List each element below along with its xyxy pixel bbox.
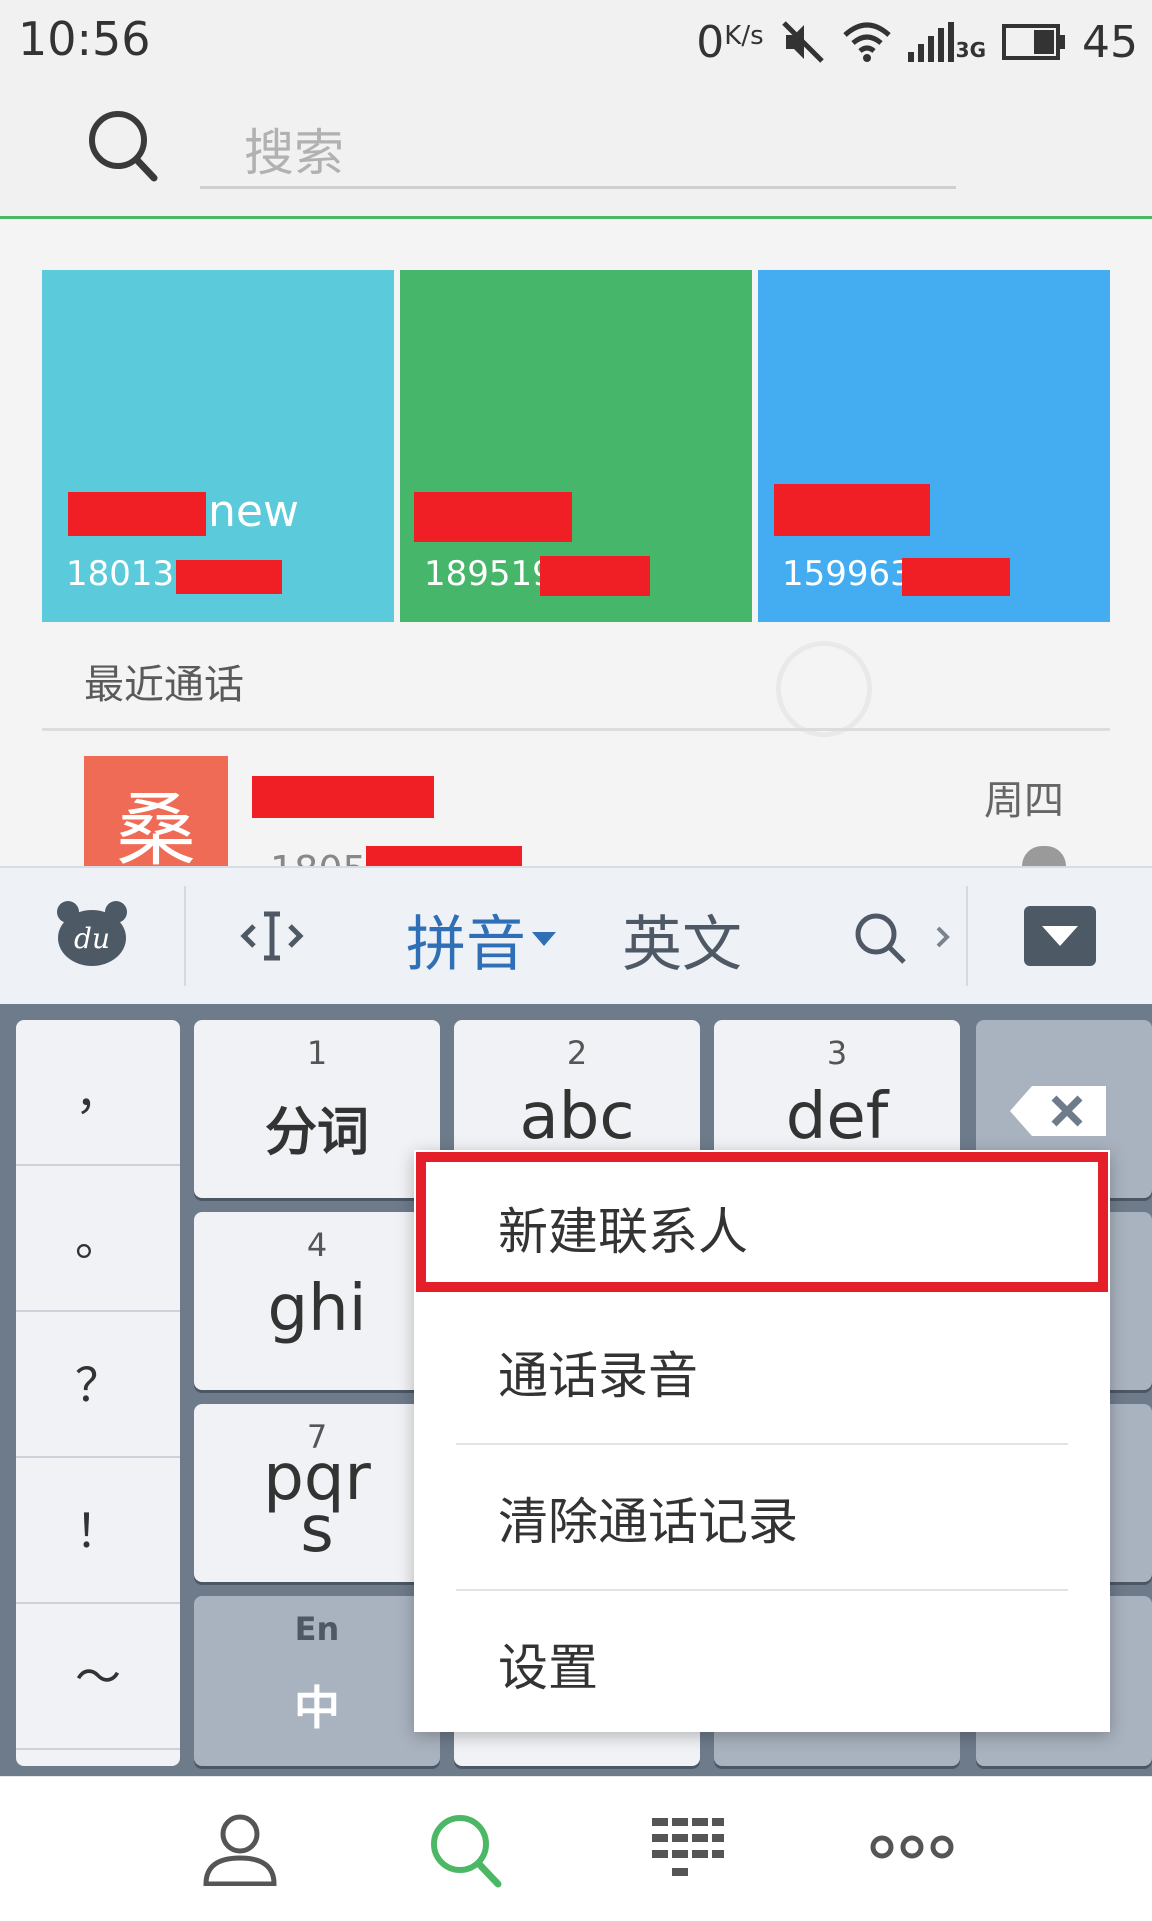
favorite-contact-tile[interactable]: 189519 — [400, 270, 752, 622]
du-keyboard-logo-icon[interactable]: du — [56, 898, 128, 968]
call-info-icon[interactable] — [1022, 846, 1066, 866]
search-header — [0, 84, 1152, 219]
battery-level: 45 — [1082, 16, 1138, 68]
wifi-icon — [842, 22, 891, 62]
menu-item-call-recording[interactable]: 通话录音 — [414, 1294, 1110, 1438]
battery-icon — [1002, 24, 1065, 60]
redaction-mark — [902, 558, 1010, 596]
status-time: 10:56 — [18, 12, 151, 66]
redaction-mark — [540, 556, 650, 596]
hide-keyboard-icon[interactable] — [1024, 906, 1096, 966]
contact-phone: 159963 — [782, 554, 912, 594]
search-tab-icon[interactable] — [428, 1812, 504, 1888]
punctuation-key[interactable]: ， — [16, 1020, 180, 1166]
menu-item-settings[interactable]: 设置 — [414, 1586, 1110, 1730]
punctuation-key[interactable]: 。 — [16, 1166, 180, 1312]
punctuation-column: ， 。 ？ ！ ～ — [16, 1020, 180, 1766]
keyboard-search-icon[interactable] — [852, 910, 908, 966]
punctuation-key[interactable]: ～ — [16, 1604, 180, 1750]
recent-call-day: 周四 — [984, 778, 1064, 824]
key-4[interactable]: 4 ghi — [194, 1212, 440, 1390]
key-1[interactable]: 1 分词 — [194, 1020, 440, 1198]
avatar[interactable]: 桑 — [84, 756, 228, 866]
dialpad-icon[interactable] — [652, 1818, 724, 1880]
cursor-move-icon[interactable] — [240, 908, 304, 964]
search-input[interactable]: 搜索 — [244, 113, 344, 185]
search-icon[interactable] — [86, 108, 160, 184]
redaction-mark — [774, 484, 930, 536]
key-7[interactable]: 7 pqrs — [194, 1404, 440, 1582]
punctuation-key[interactable]: ？ — [16, 1312, 180, 1458]
keyboard-mode-pinyin[interactable]: 拼音 — [406, 896, 526, 983]
loading-spinner — [776, 641, 872, 737]
divider — [184, 886, 186, 986]
redaction-mark — [414, 492, 572, 542]
chevron-right-icon — [936, 926, 950, 948]
redaction-mark — [366, 846, 522, 866]
mute-icon — [781, 21, 824, 63]
redaction-mark — [252, 776, 434, 818]
punctuation-key[interactable]: ！ — [16, 1458, 180, 1604]
recent-calls-label: 最近通话 — [84, 662, 244, 708]
favorite-contact-tile[interactable]: new 180133 — [42, 270, 394, 622]
backspace-icon — [1010, 1086, 1106, 1136]
svg-text:du: du — [74, 922, 110, 955]
contacts-icon[interactable] — [202, 1812, 278, 1886]
highlight-box — [416, 1152, 1108, 1292]
favorite-contact-tile[interactable]: 159963 — [758, 270, 1110, 622]
redaction-mark — [68, 492, 206, 536]
recent-call-phone: 1805 — [270, 842, 367, 866]
signal-icon: 3G — [907, 22, 986, 62]
status-indicators: 0 K/s 3G 45 — [696, 14, 1138, 70]
contact-name-suffix: new — [208, 486, 299, 537]
menu-item-clear-call-log[interactable]: 清除通话记录 — [414, 1440, 1110, 1584]
contact-phone: 189519 — [424, 554, 554, 594]
bottom-navigation — [0, 1776, 1152, 1921]
network-speed: 0 K/s — [696, 16, 764, 68]
more-icon[interactable] — [870, 1834, 954, 1860]
language-switch-key[interactable]: En 中 — [194, 1596, 440, 1766]
keyboard-toolbar — [0, 866, 1152, 1006]
search-input-underline — [200, 186, 956, 189]
divider — [966, 886, 968, 986]
chevron-down-icon — [532, 932, 556, 946]
keyboard-mode-english[interactable]: 英文 — [622, 896, 742, 983]
redaction-mark — [176, 560, 282, 594]
divider — [42, 728, 1110, 731]
